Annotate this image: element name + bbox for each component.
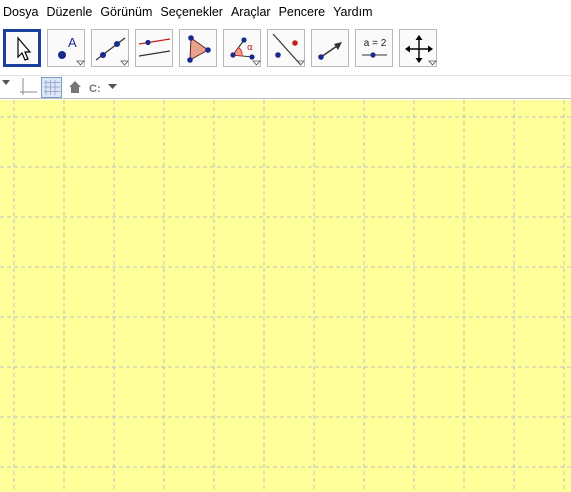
style-bar-icons: C:	[2, 77, 117, 98]
line-through-two-points-icon	[95, 37, 129, 66]
menu-bar: Dosya Düzenle Görünüm Seçenekler Araçlar…	[0, 0, 571, 25]
angle-label-text: α	[247, 43, 253, 53]
vector-tool-button[interactable]	[311, 29, 349, 67]
menu-window[interactable]: Pencere	[275, 0, 330, 25]
style-bar: C:	[0, 75, 571, 99]
move-arrow-icon	[17, 36, 32, 61]
geogebra-window: Dosya Düzenle Görünüm Seçenekler Araçlar…	[0, 0, 571, 492]
move-graphics-view-tool-button[interactable]	[399, 29, 437, 67]
menu-edit[interactable]: Düzenle	[42, 0, 96, 25]
point-label-text: A	[68, 35, 77, 50]
perpendicular-line-tool-button[interactable]	[135, 29, 173, 67]
reflect-about-line-icon	[272, 33, 305, 66]
toolbar: A α a = 2	[0, 25, 571, 75]
graphics-view[interactable]	[0, 100, 571, 492]
polygon-tool-button[interactable]	[179, 29, 217, 67]
polygon-icon	[187, 35, 211, 63]
menu-help[interactable]: Yardım	[329, 0, 376, 25]
menu-tools[interactable]: Araçlar	[227, 0, 275, 25]
point-icon: A	[58, 35, 85, 66]
vector-icon	[318, 42, 342, 60]
line-tool-button[interactable]	[91, 29, 129, 67]
perpendicular-line-icon	[138, 38, 171, 57]
grid	[0, 100, 571, 492]
show-grid-icon[interactable]	[41, 77, 62, 98]
standard-view-home-icon[interactable]	[69, 81, 81, 93]
menu-options[interactable]: Seçenekler	[156, 0, 227, 25]
menu-file[interactable]: Dosya	[0, 0, 42, 25]
stylebar-toggle-icon[interactable]	[2, 80, 10, 85]
point-tool-button[interactable]: A	[47, 29, 85, 67]
slider-icon: a = 2	[362, 38, 387, 58]
point-capturing-icon[interactable]: C:	[89, 83, 117, 95]
show-axes-icon[interactable]	[20, 78, 37, 95]
menu-view[interactable]: Görünüm	[96, 0, 156, 25]
slider-label-text: a = 2	[364, 38, 387, 49]
angle-tool-button[interactable]: α	[223, 29, 261, 67]
angle-icon: α	[230, 37, 261, 66]
move-graphics-view-icon	[405, 35, 437, 66]
point-capturing-label: C:	[89, 83, 101, 95]
move-tool-button[interactable]	[3, 29, 41, 67]
reflect-tool-button[interactable]	[267, 29, 305, 67]
slider-tool-button[interactable]: a = 2	[355, 29, 393, 67]
